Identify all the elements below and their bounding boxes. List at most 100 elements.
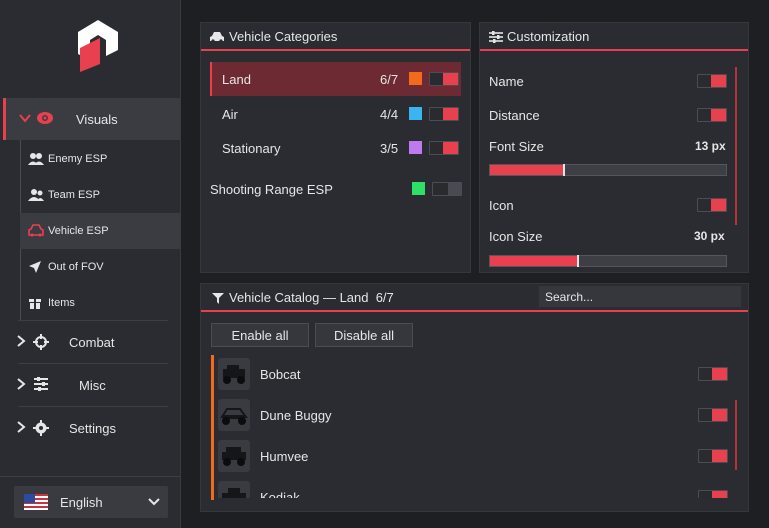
nav-settings[interactable]: Settings bbox=[3, 407, 180, 449]
shooting-range-label: Shooting Range ESP bbox=[210, 182, 333, 197]
font-size-value: 13 px bbox=[695, 139, 726, 153]
category-label: Land bbox=[222, 72, 251, 87]
vehicle-thumbnail bbox=[218, 358, 250, 390]
category-count: 4/4 bbox=[380, 107, 399, 122]
sidebar-item-label: Enemy ESP bbox=[48, 153, 108, 165]
category-count: 3/5 bbox=[380, 141, 399, 156]
sidebar-item-vehicle-esp[interactable]: Vehicle ESP bbox=[20, 213, 180, 249]
category-label: Stationary bbox=[222, 141, 281, 156]
nav-combat[interactable]: Combat bbox=[3, 321, 180, 363]
filter-icon bbox=[212, 293, 224, 304]
category-toggle[interactable] bbox=[429, 107, 459, 121]
slider-knob[interactable] bbox=[577, 255, 579, 267]
nav-misc[interactable]: Misc bbox=[3, 364, 180, 406]
scrollbar[interactable] bbox=[735, 67, 737, 225]
gear-icon bbox=[33, 420, 51, 436]
sidebar-item-out-of-fov[interactable]: Out of FOV bbox=[20, 249, 180, 285]
vehicle-toggle[interactable] bbox=[698, 449, 728, 463]
panel-title: Vehicle Categories bbox=[229, 28, 338, 44]
color-swatch[interactable] bbox=[412, 182, 425, 195]
logo-icon bbox=[78, 20, 118, 72]
enable-all-button[interactable]: Enable all bbox=[211, 323, 309, 347]
sidebar-item-label: Vehicle ESP bbox=[48, 225, 109, 237]
customization-panel: Customization Name Distance Font Size 13… bbox=[479, 22, 749, 273]
us-flag-icon bbox=[24, 494, 48, 510]
chevron-down-icon bbox=[19, 112, 31, 127]
category-toggle[interactable] bbox=[429, 141, 459, 155]
vehicle-name: Humvee bbox=[260, 449, 309, 464]
icon-size-label: Icon Size bbox=[489, 229, 543, 244]
category-row-air[interactable]: Air 4/4 bbox=[210, 97, 461, 131]
panel-header: Customization bbox=[480, 23, 748, 51]
sidebar: Visuals Enemy ESP Team ESP Vehicle ESP O… bbox=[0, 0, 181, 528]
category-toggle[interactable] bbox=[429, 72, 459, 86]
nav-visuals[interactable]: Visuals bbox=[3, 98, 180, 140]
distance-toggle[interactable] bbox=[697, 108, 727, 122]
nav-visuals-label: Visuals bbox=[76, 111, 118, 127]
nav-combat-label: Combat bbox=[69, 334, 115, 350]
search-placeholder: Search... bbox=[545, 290, 594, 304]
panel-title: Customization bbox=[507, 28, 590, 44]
sidebar-item-enemy-esp[interactable]: Enemy ESP bbox=[20, 141, 180, 177]
color-swatch[interactable] bbox=[409, 107, 422, 120]
vehicle-thumbnail bbox=[218, 399, 250, 431]
color-swatch[interactable] bbox=[409, 72, 422, 85]
shooting-range-toggle[interactable] bbox=[432, 182, 462, 196]
box-icon bbox=[28, 296, 42, 310]
category-row-land[interactable]: Land 6/7 bbox=[210, 62, 461, 96]
icon-label: Icon bbox=[489, 198, 514, 213]
slider-fill bbox=[490, 256, 577, 266]
language-select[interactable]: English bbox=[14, 486, 168, 518]
vehicle-thumbnail bbox=[218, 440, 250, 472]
search-input[interactable]: Search... bbox=[539, 286, 741, 307]
category-count: 6/7 bbox=[380, 72, 399, 87]
sliders-icon bbox=[489, 31, 503, 43]
panel-title: Vehicle Catalog — Land 6/7 bbox=[229, 289, 394, 305]
vehicle-row[interactable]: Dune Buggy bbox=[200, 397, 749, 433]
distance-label: Distance bbox=[489, 108, 540, 123]
panel-header: Vehicle Categories bbox=[201, 23, 470, 51]
category-label: Air bbox=[222, 107, 238, 122]
vehicle-list: Bobcat Dune Buggy Humvee Kodiak bbox=[200, 352, 749, 498]
language-label: English bbox=[60, 494, 103, 510]
vehicle-row[interactable]: Kodiak bbox=[200, 479, 749, 498]
nav-misc-label: Misc bbox=[79, 377, 106, 393]
disable-all-button[interactable]: Disable all bbox=[315, 323, 413, 347]
category-row-stationary[interactable]: Stationary 3/5 bbox=[210, 131, 461, 165]
slider-knob[interactable] bbox=[563, 164, 565, 176]
dune-buggy-vehicle-icon bbox=[220, 408, 248, 425]
icon-toggle[interactable] bbox=[697, 198, 727, 212]
vehicle-name: Dune Buggy bbox=[260, 408, 332, 423]
font-size-slider[interactable] bbox=[489, 164, 727, 176]
vehicle-toggle[interactable] bbox=[698, 490, 728, 498]
location-arrow-icon bbox=[28, 260, 42, 274]
sidebar-item-label: Team ESP bbox=[48, 189, 100, 201]
slider-fill bbox=[490, 165, 563, 175]
vehicle-name: Bobcat bbox=[260, 367, 301, 382]
divider bbox=[0, 476, 180, 477]
vehicle-row[interactable]: Bobcat bbox=[200, 356, 749, 392]
user-group-icon bbox=[28, 188, 44, 202]
vehicle-toggle[interactable] bbox=[698, 367, 728, 381]
font-size-label: Font Size bbox=[489, 139, 544, 154]
icon-size-slider[interactable] bbox=[489, 255, 727, 267]
chevron-right-icon bbox=[16, 377, 26, 393]
chevron-right-icon bbox=[16, 334, 26, 350]
vehicle-categories-panel: Vehicle Categories Land 6/7 Air 4/4 Stat… bbox=[200, 22, 471, 273]
vehicle-row[interactable]: Humvee bbox=[200, 438, 749, 474]
sliders-icon bbox=[33, 377, 51, 393]
crosshair-icon bbox=[33, 334, 51, 350]
sidebar-item-items[interactable]: Items bbox=[20, 285, 180, 321]
vehicle-name: Kodiak bbox=[260, 490, 300, 498]
name-label: Name bbox=[489, 74, 524, 89]
sidebar-item-label: Items bbox=[48, 297, 75, 309]
name-toggle[interactable] bbox=[697, 74, 727, 88]
vehicle-toggle[interactable] bbox=[698, 408, 728, 422]
sidebar-item-team-esp[interactable]: Team ESP bbox=[20, 177, 180, 213]
vehicle-thumbnail bbox=[218, 481, 250, 498]
sidebar-item-label: Out of FOV bbox=[48, 261, 104, 273]
color-swatch[interactable] bbox=[409, 141, 422, 154]
eye-icon bbox=[36, 111, 54, 127]
shooting-range-row[interactable]: Shooting Range ESP bbox=[210, 173, 462, 203]
humvee-vehicle-icon bbox=[222, 447, 246, 466]
